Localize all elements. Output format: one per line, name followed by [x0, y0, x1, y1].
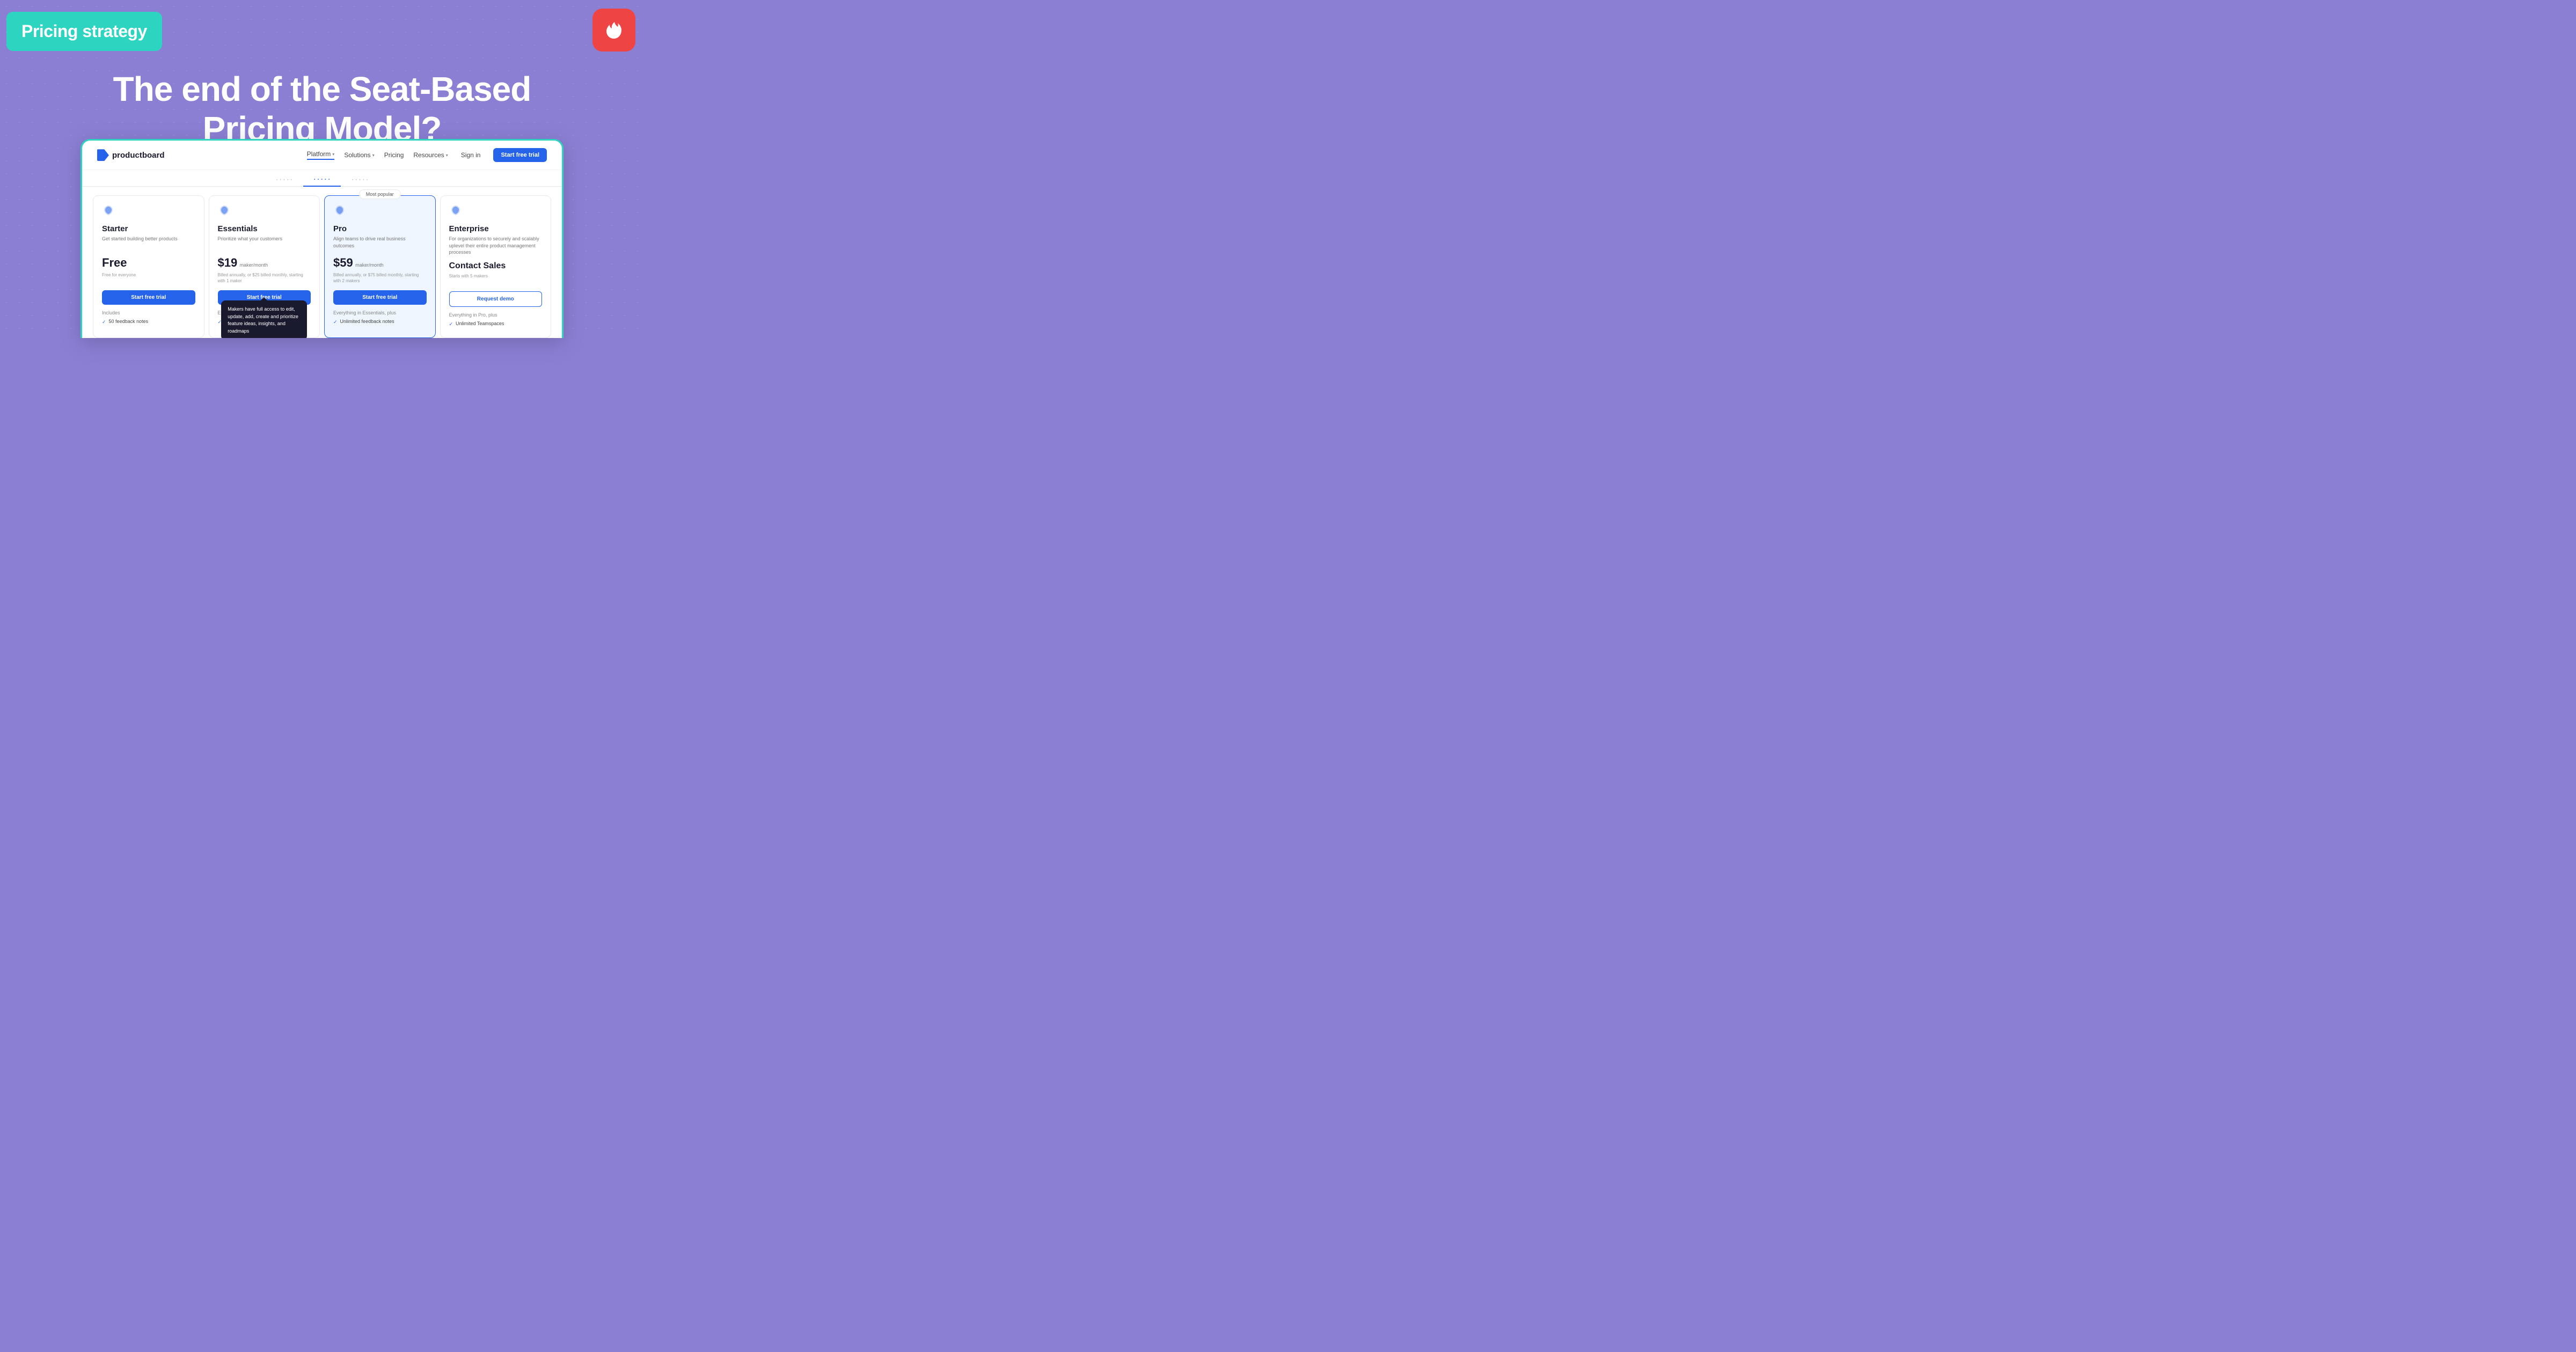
plan-icon-starter: [102, 204, 115, 217]
chevron-down-icon: ▾: [446, 153, 448, 158]
check-icon: ✓: [102, 319, 106, 325]
sign-in-link[interactable]: Sign in: [461, 151, 481, 159]
check-icon: ✓: [449, 321, 453, 327]
plan-desc: Align teams to drive real business outco…: [333, 236, 427, 251]
plan-desc: For organizations to securely and scalab…: [449, 236, 543, 256]
badge-label: Pricing strategy: [21, 21, 147, 41]
plan-name: Starter: [102, 224, 195, 233]
plan-includes-label: Everything in Pro, plus: [449, 312, 543, 318]
plan-billing: Free for everyone: [102, 272, 195, 285]
plan-includes-label: Includes: [102, 310, 195, 315]
plan-icon-pro: [333, 204, 346, 217]
brand-logo: [592, 9, 635, 52]
plan-name: Enterprise: [449, 224, 543, 233]
nav-resources[interactable]: Resources ▾: [413, 151, 448, 159]
plan-includes-label: Everything in Essentials, plus: [333, 310, 427, 315]
plan-price-label: Contact Sales: [449, 261, 506, 270]
plan-price-label: Free: [102, 256, 127, 269]
plan-icon-essentials: [218, 204, 231, 217]
plan-price-unit: maker/month: [355, 262, 384, 268]
plan-price-unit: maker/month: [240, 262, 268, 268]
nav-cta-button[interactable]: Start free trial: [493, 148, 547, 162]
plan-price-amount: $19: [218, 256, 238, 269]
plan-billing: Billed annually, or $25 billed monthly, …: [218, 272, 311, 285]
plan-name: Pro: [333, 224, 427, 233]
chevron-down-icon: ▾: [372, 153, 375, 158]
plan-icon-enterprise: [449, 204, 462, 217]
plan-cta-button[interactable]: Start free trial: [333, 290, 427, 305]
tab-bar: · · · · · · · · · · · · · · ·: [82, 170, 562, 187]
plan-billing: Starts with 5 makers: [449, 273, 543, 286]
pricing-grid: Starter Get started building better prod…: [82, 187, 562, 338]
nav-links: Platform ▾ Solutions ▾ Pricing Resources…: [307, 150, 448, 160]
plan-cta-button[interactable]: Request demo: [449, 291, 543, 307]
plan-billing: Billed annually, or $75 billed monthly, …: [333, 272, 427, 285]
brand-name: productboard: [112, 151, 165, 160]
check-icon: ✓: [333, 319, 338, 325]
navbar: productboard Platform ▾ Solutions ▾ Pric…: [82, 141, 562, 170]
plan-desc: Prioritize what your customers: [218, 236, 311, 251]
plan-feature: ✓ 50 feedback notes: [102, 319, 195, 325]
plan-price-amount: $59: [333, 256, 353, 269]
tab-2[interactable]: · · · · ·: [303, 173, 341, 186]
chevron-down-icon: ▾: [332, 152, 334, 157]
plan-card-starter: Starter Get started building better prod…: [93, 195, 204, 338]
tab-1[interactable]: · · · · ·: [265, 173, 303, 186]
tab-3[interactable]: · · · · ·: [341, 173, 379, 186]
nav-pricing[interactable]: Pricing: [384, 151, 404, 159]
fire-icon: [602, 18, 626, 42]
nav-platform[interactable]: Platform ▾: [307, 150, 335, 160]
plan-cta-button[interactable]: Start free trial: [102, 290, 195, 305]
nav-solutions[interactable]: Solutions ▾: [344, 151, 374, 159]
plan-feature: ✓ Unlimited Teamspaces: [449, 321, 543, 327]
plan-card-enterprise: Enterprise For organizations to securely…: [440, 195, 552, 338]
tooltip: Makers have full access to edit, update,…: [221, 300, 307, 338]
plan-card-pro: Most popular Pro Align teams to drive re…: [324, 195, 436, 338]
hero-headline: The end of the Seat-Based Pricing Model?: [0, 70, 644, 149]
plan-card-essentials: Essentials Prioritize what your customer…: [209, 195, 320, 338]
pricing-badge: Pricing strategy: [6, 12, 162, 51]
most-popular-badge: Most popular: [359, 189, 401, 199]
pb-icon: [97, 149, 109, 161]
plan-feature: ✓ Unlimited feedback notes: [333, 319, 427, 325]
plan-desc: Get started building better products: [102, 236, 195, 251]
plan-name: Essentials: [218, 224, 311, 233]
pricing-card: productboard Platform ▾ Solutions ▾ Pric…: [80, 139, 564, 338]
brand: productboard: [97, 149, 165, 161]
